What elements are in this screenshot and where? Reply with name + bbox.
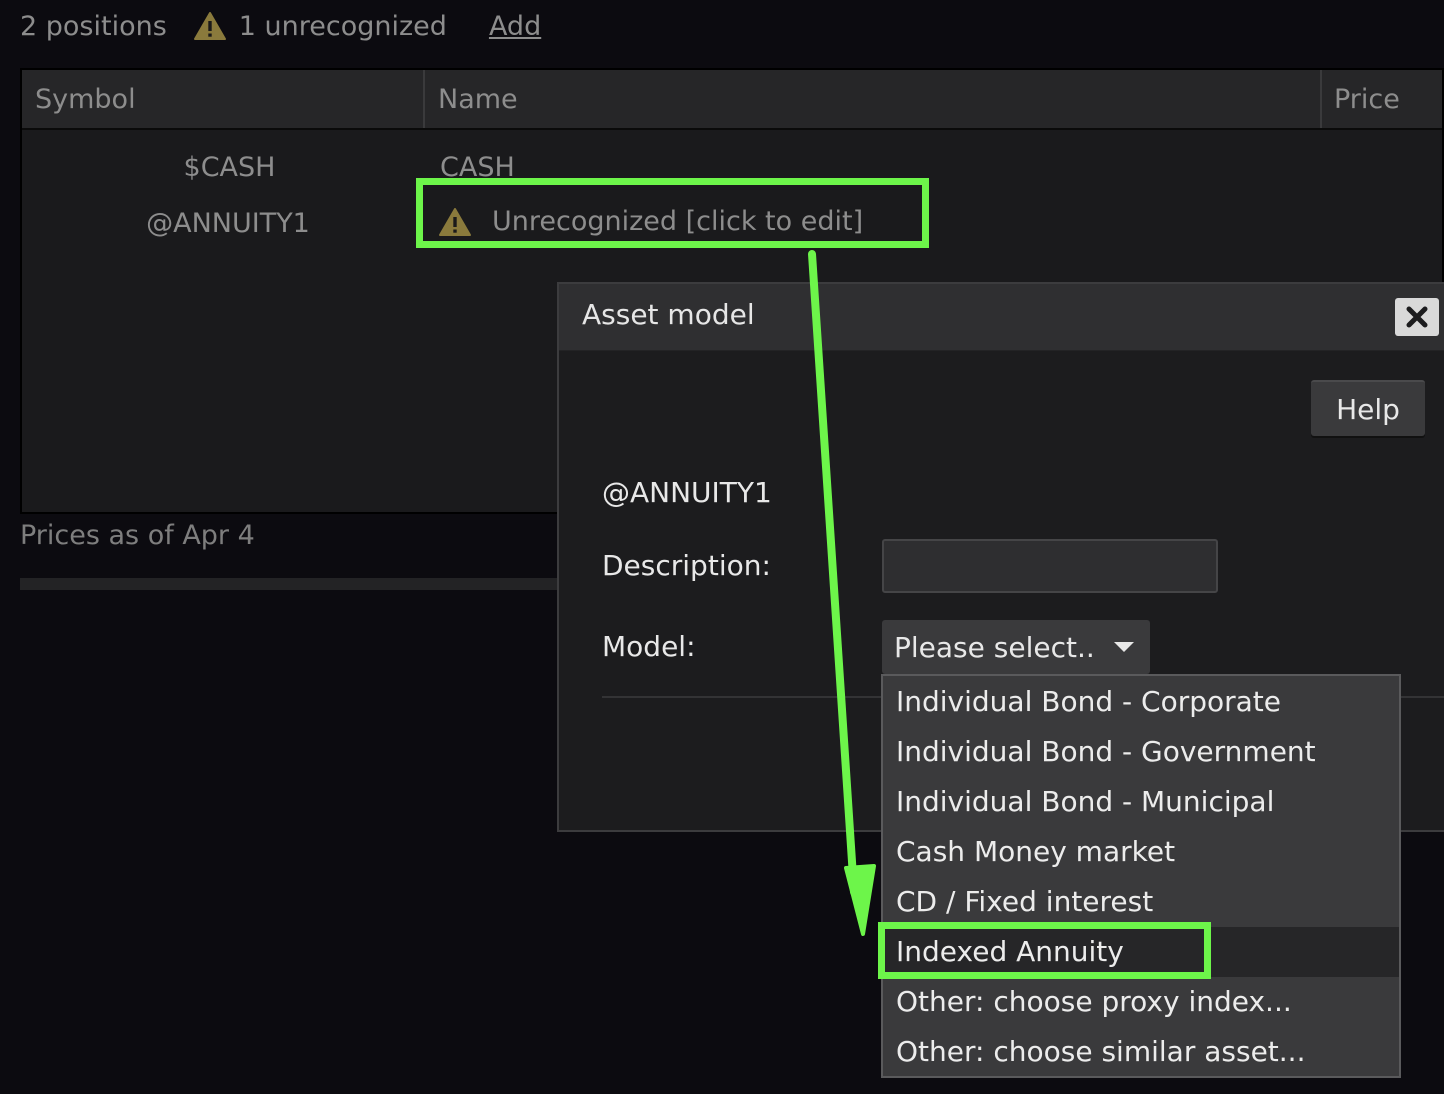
description-input[interactable] (882, 539, 1218, 593)
warning-icon (193, 12, 226, 40)
close-x-icon (1406, 306, 1428, 328)
annotation-highlight-unrecognized (416, 178, 929, 248)
model-label: Model: (602, 630, 696, 663)
asset-symbol: @ANNUITY1 (602, 476, 772, 509)
table-header: Symbol Name Price (22, 70, 1442, 130)
positions-count: 2 positions (20, 10, 167, 42)
close-button[interactable] (1395, 298, 1439, 336)
option-bond-municipal[interactable]: Individual Bond - Municipal (883, 777, 1399, 827)
column-header-symbol[interactable]: Symbol (22, 70, 425, 128)
symbol-cell: @ANNUITY1 (146, 208, 310, 239)
column-header-name[interactable]: Name (425, 70, 1322, 128)
option-similar-asset[interactable]: Other: choose similar asset... (883, 1027, 1399, 1077)
symbol-cell: $CASH (183, 152, 276, 183)
prices-date-note: Prices as of Apr 4 (20, 520, 255, 551)
portfolio-screen: 2 positions 1 unrecognized Add Symbol Na… (0, 0, 1444, 1094)
model-options-list: Individual Bond - Corporate Individual B… (881, 674, 1401, 1078)
option-cash-money-market[interactable]: Cash Money market (883, 827, 1399, 877)
description-label: Description: (602, 549, 771, 582)
option-bond-government[interactable]: Individual Bond - Government (883, 727, 1399, 777)
divider (20, 578, 580, 590)
add-link[interactable]: Add (489, 11, 541, 42)
caret-down-icon (1114, 642, 1134, 652)
annotation-highlight-indexed-annuity (878, 922, 1211, 979)
option-bond-corporate[interactable]: Individual Bond - Corporate (883, 677, 1399, 727)
dialog-titlebar: Asset model (559, 284, 1444, 351)
option-proxy-index[interactable]: Other: choose proxy index... (883, 977, 1399, 1027)
model-select[interactable]: Please select.. (882, 620, 1150, 674)
unrecognized-count: 1 unrecognized (238, 10, 447, 42)
model-select-value: Please select.. (894, 630, 1095, 664)
dialog-title: Asset model (582, 298, 755, 331)
positions-summary: 2 positions 1 unrecognized Add (20, 6, 541, 46)
column-header-price[interactable]: Price (1322, 70, 1442, 128)
help-button[interactable]: Help (1311, 380, 1425, 436)
option-cd-fixed-interest[interactable]: CD / Fixed interest (883, 877, 1399, 927)
